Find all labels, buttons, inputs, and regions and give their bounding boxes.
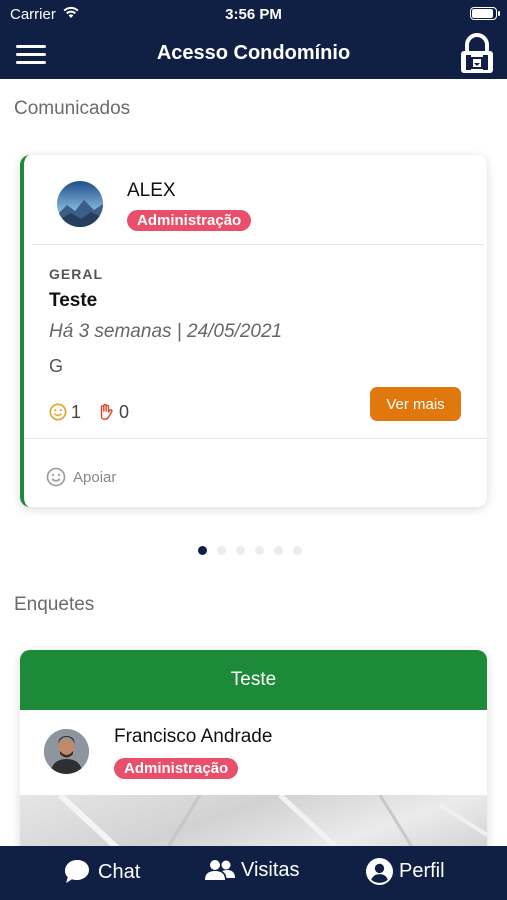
pagination-dot[interactable] — [293, 546, 302, 555]
author-name: ALEX — [127, 180, 176, 201]
author-avatar — [57, 181, 103, 227]
tab-visitas-label: Visitas — [241, 858, 300, 881]
comunicados-section-title: Comunicados — [14, 98, 131, 119]
users-icon — [205, 860, 235, 880]
tab-perfil-label: Perfil — [399, 860, 445, 882]
apoiar-button[interactable]: Apoiar — [46, 467, 116, 487]
enquetes-section-title: Enquetes — [14, 594, 95, 615]
ver-mais-button[interactable]: Ver mais — [370, 387, 461, 421]
carousel-pagination[interactable] — [198, 546, 312, 555]
role-badge: Administração — [127, 210, 252, 231]
post-category: GERAL — [49, 266, 103, 282]
main-content[interactable]: Comunicados ALEX Administração GERAL Tes… — [0, 79, 507, 846]
smile-outline-icon — [46, 467, 66, 487]
tab-visitas[interactable]: Visitas — [205, 858, 300, 882]
poll-card[interactable]: Teste Francisco Andrade Administração — [20, 650, 487, 846]
chat-icon — [65, 860, 89, 883]
hamburger-menu-icon[interactable] — [16, 43, 46, 65]
tab-chat-label: Chat — [98, 860, 141, 883]
reactions: 1 0 — [49, 401, 145, 423]
card-divider-bottom — [24, 438, 487, 439]
lock-icon[interactable] — [459, 33, 495, 75]
smile-icon — [49, 403, 67, 421]
poll-title: Teste — [20, 650, 487, 710]
user-circle-icon — [366, 858, 393, 885]
post-title: Teste — [49, 290, 98, 311]
apoiar-label: Apoiar — [73, 468, 117, 486]
poll-author-name: Francisco Andrade — [114, 726, 273, 747]
battery-icon — [470, 7, 500, 20]
poll-image — [20, 792, 487, 846]
clock: 3:56 PM — [225, 6, 282, 23]
smile-count: 1 — [71, 401, 82, 422]
poll-author-avatar — [44, 729, 89, 774]
tab-chat[interactable]: Chat — [62, 858, 140, 886]
announcement-card[interactable]: ALEX Administração GERAL Teste Há 3 sema… — [20, 155, 487, 507]
pagination-dot[interactable] — [198, 546, 207, 555]
status-bar: Carrier 3:56 PM — [0, 0, 507, 30]
hand-icon — [100, 403, 113, 420]
pagination-dot[interactable] — [236, 546, 245, 555]
pagination-dot[interactable] — [217, 546, 226, 555]
card-divider — [32, 244, 484, 245]
post-date: Há 3 semanas | 24/05/2021 — [49, 321, 283, 342]
pagination-dot[interactable] — [274, 546, 283, 555]
bottom-tab-bar: Chat Visitas Perfil — [0, 846, 507, 900]
page-title: Acesso Condomínio — [156, 42, 351, 64]
pagination-dot[interactable] — [255, 546, 264, 555]
nav-bar: Acesso Condomínio — [0, 30, 507, 79]
tab-perfil[interactable]: Perfil — [366, 858, 445, 885]
hand-count: 0 — [119, 401, 130, 422]
poll-role-badge: Administração — [114, 758, 239, 779]
post-body: G — [49, 356, 64, 376]
